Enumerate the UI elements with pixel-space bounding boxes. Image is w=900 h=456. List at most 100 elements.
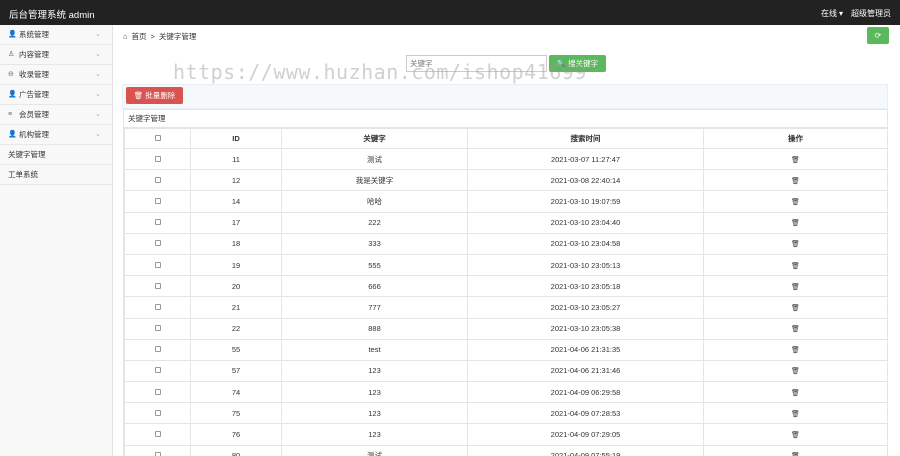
column-header-time[interactable]: 搜索时间	[467, 128, 704, 149]
row-keyword: 123	[281, 423, 468, 446]
delete-icon[interactable]: 🗑	[791, 262, 800, 270]
table-row: 12 我是关键字 2021-03-08 22:40:14 🗑	[124, 169, 888, 192]
row-keyword: 777	[281, 296, 468, 319]
delete-icon[interactable]: 🗑	[791, 198, 800, 206]
top-navbar: 后台管理系统 admin 在线 ▾ 超级管理员	[0, 0, 900, 25]
sidebar-item[interactable]: 👤 系统管理 ⌄	[0, 25, 112, 45]
column-header-keyword[interactable]: 关键字	[281, 128, 468, 149]
row-time: 2021-03-10 23:04:58	[467, 232, 704, 255]
delete-icon[interactable]: 🗑	[791, 240, 800, 248]
delete-icon[interactable]: 🗑	[791, 452, 800, 456]
row-keyword: 123	[281, 402, 468, 425]
row-keyword: 我是关键字	[281, 169, 468, 192]
row-actions: 🗑	[703, 275, 888, 298]
row-checkbox[interactable]	[154, 197, 161, 204]
row-checkbox[interactable]	[154, 155, 161, 162]
home-icon: ⌂	[123, 32, 128, 41]
row-actions: 🗑	[703, 317, 888, 340]
row-checkbox[interactable]	[154, 261, 161, 268]
row-time: 2021-04-09 07:28:53	[467, 402, 704, 425]
row-checkbox[interactable]	[154, 176, 161, 183]
row-time: 2021-04-09 07:55:19	[467, 444, 704, 456]
sidebar-item[interactable]: 工单系统	[0, 165, 112, 185]
refresh-button[interactable]: ⟳	[867, 27, 889, 44]
sidebar-item[interactable]: 👤 广告管理 ⌄	[0, 85, 112, 105]
delete-icon[interactable]: 🗑	[791, 177, 800, 185]
row-actions: 🗑	[703, 444, 888, 456]
row-checkbox[interactable]	[154, 282, 161, 289]
delete-icon[interactable]: 🗑	[791, 389, 800, 397]
row-keyword: 555	[281, 253, 468, 277]
row-keyword: 哈哈	[281, 190, 468, 213]
delete-icon[interactable]: 🗑	[791, 367, 800, 375]
row-time: 2021-03-10 23:05:27	[467, 296, 704, 319]
sidebar-item-label: 机构管理	[19, 129, 49, 139]
sidebar-item[interactable]: ⊖ 收录管理 ⌄	[0, 65, 112, 85]
user-icon: 👤	[8, 90, 17, 98]
refresh-icon: ⟳	[874, 31, 882, 40]
row-checkbox[interactable]	[154, 240, 161, 247]
row-select-cell	[124, 211, 191, 234]
user-icon: ♙	[8, 50, 15, 58]
row-keyword: 123	[281, 381, 468, 404]
breadcrumb-home-link[interactable]: 首页	[132, 31, 147, 42]
row-time: 2021-04-06 21:31:35	[467, 338, 704, 361]
row-id: 18	[190, 232, 282, 255]
sidebar-item[interactable]: ≡ 会员管理 ⌄	[0, 105, 112, 125]
batch-delete-button[interactable]: 🗑 批量删除	[126, 87, 183, 104]
online-status-dropdown[interactable]: 在线 ▾	[821, 8, 843, 19]
row-select-cell	[124, 275, 191, 298]
row-checkbox[interactable]	[154, 367, 161, 374]
delete-icon[interactable]: 🗑	[791, 219, 800, 227]
keyword-search-input[interactable]	[406, 55, 547, 72]
row-actions: 🗑	[703, 338, 888, 361]
delete-icon[interactable]: 🗑	[791, 431, 800, 439]
column-header-actions: 操作	[703, 128, 888, 149]
table-row: 55 test 2021-04-06 21:31:35 🗑	[124, 338, 888, 361]
row-checkbox[interactable]	[154, 325, 161, 332]
table-row: 75 123 2021-04-09 07:28:53 🗑	[124, 402, 888, 425]
delete-icon[interactable]: 🗑	[791, 346, 800, 354]
row-checkbox[interactable]	[154, 388, 161, 395]
row-keyword: 333	[281, 232, 468, 255]
breadcrumb-current: 关键字管理	[158, 32, 197, 41]
column-header-id[interactable]: ID	[190, 128, 282, 149]
row-checkbox[interactable]	[154, 303, 161, 310]
row-keyword: test	[281, 338, 468, 361]
search-keyword-button[interactable]: 🔍 搜关键字	[549, 55, 606, 72]
row-time: 2021-04-09 07:29:05	[467, 423, 704, 446]
row-checkbox[interactable]	[154, 219, 161, 226]
delete-icon[interactable]: 🗑	[791, 304, 800, 312]
search-icon: 🔍	[556, 59, 567, 68]
row-time: 2021-03-10 23:05:38	[467, 317, 704, 340]
row-checkbox[interactable]	[154, 346, 161, 353]
row-time: 2021-04-06 21:31:46	[467, 359, 704, 383]
row-keyword: 222	[281, 211, 468, 234]
table-row: 74 123 2021-04-09 06:29:58 🗑	[124, 381, 888, 404]
delete-icon[interactable]: 🗑	[791, 283, 800, 291]
caret-down-icon: ▾	[838, 9, 843, 18]
user-role-menu[interactable]: 超级管理员	[851, 8, 891, 19]
row-keyword: 测试	[281, 444, 468, 456]
app-brand[interactable]: 后台管理系统 admin	[9, 7, 95, 21]
row-time: 2021-03-10 19:07:59	[467, 190, 704, 213]
delete-icon[interactable]: 🗑	[791, 325, 800, 333]
row-select-cell	[124, 402, 191, 425]
delete-icon[interactable]: 🗑	[791, 410, 800, 418]
row-checkbox[interactable]	[154, 431, 161, 438]
keyword-table: ID 关键字 搜索时间 操作 11 测试 2021-03-07 11:27:47 🗑 1…	[124, 128, 888, 456]
user-icon: 👤	[8, 130, 17, 138]
row-id: 75	[190, 402, 282, 425]
row-id: 19	[190, 253, 282, 277]
row-select-cell	[124, 169, 191, 192]
row-select-cell	[124, 338, 191, 361]
row-checkbox[interactable]	[154, 409, 161, 416]
sidebar-item[interactable]: 关键字管理	[0, 145, 112, 165]
delete-icon[interactable]: 🗑	[791, 156, 800, 164]
row-checkbox[interactable]	[154, 452, 161, 456]
sidebar-item[interactable]: 👤 机构管理 ⌄	[0, 125, 112, 145]
table-row: 11 测试 2021-03-07 11:27:47 🗑	[124, 147, 888, 171]
sidebar-item-label: 关键字管理	[8, 149, 46, 159]
select-all-checkbox[interactable]	[154, 135, 161, 141]
sidebar-item[interactable]: ♙ 内容管理 ⌄	[0, 45, 112, 65]
